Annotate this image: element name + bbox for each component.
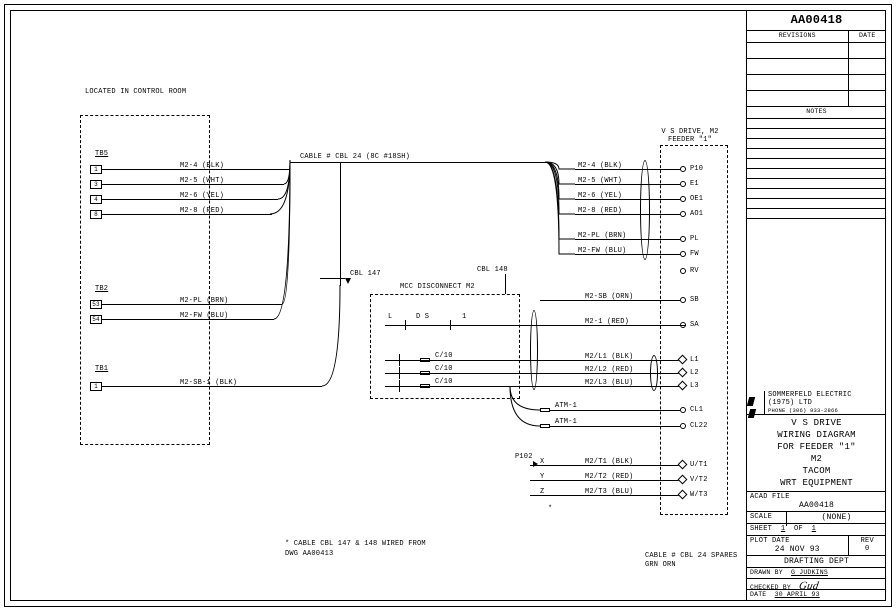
spares-line1: CABLE # CBL 24 SPARES: [645, 552, 737, 560]
rt-dst-3: AO1: [690, 210, 703, 218]
fuse-icon: [540, 408, 550, 412]
fuse-icon: [420, 371, 430, 375]
fuse-icon: [420, 384, 430, 388]
l-wire-0: M2/L1 (BLK): [585, 353, 633, 361]
t-dst-1: V/T2: [690, 476, 708, 484]
tb1-pin-1: 1: [90, 382, 102, 391]
rv-dst: RV: [690, 267, 699, 275]
rt-dst-4: PL: [690, 235, 699, 243]
cbl147-label: CBL 147: [350, 270, 381, 278]
acad-label: ACAD FILE: [750, 493, 883, 501]
t-dst-2: W/T3: [690, 491, 708, 499]
rt-wire-1: M2-5 (WHT): [578, 177, 622, 185]
drawing-number: AA00418: [747, 10, 886, 31]
tb5-pin-4: 4: [90, 195, 102, 204]
tb1-label: TB1: [95, 365, 108, 373]
rt-wire-0: M2-4 (BLK): [578, 162, 622, 170]
tb5-wire-0: M2-4 (BLK): [180, 162, 224, 170]
cl1-dst: CL1: [690, 406, 703, 414]
tb5-wire-1: M2-5 (WHT): [180, 177, 224, 185]
mcc-l: L: [388, 313, 392, 321]
plot-label: PLOT DATE: [750, 537, 845, 545]
x-lbl: X: [540, 458, 544, 466]
tb5-wire-2: M2-6 (YEL): [180, 192, 224, 200]
y-lbl: Y: [540, 473, 544, 481]
tb5-pin-1: 1: [90, 165, 102, 174]
tb2-label: TB2: [95, 285, 108, 293]
cj-2: C/10: [435, 378, 453, 386]
rt-wire-5: M2-FW (BLU): [578, 247, 626, 255]
sb-wire: M2-SB (ORN): [585, 293, 633, 301]
plot-date: 24 NOV 93: [750, 545, 845, 554]
l-wire-2: M2/L3 (BLU): [585, 379, 633, 387]
vsd-label: V S DRIVE, M2FEEDER "1": [650, 128, 730, 144]
footnote-1: * CABLE CBL 147 & 148 WIRED FROM: [285, 540, 426, 548]
tb2-wire-0: M2-PL (BRN): [180, 297, 228, 305]
company-phone: PHONE (306) 933-2866: [768, 407, 883, 415]
atm-0: ATM-1: [555, 402, 577, 410]
rt-wire-4: M2-PL (BRN): [578, 232, 626, 240]
rt-dst-2: OE1: [690, 195, 703, 203]
mcc-label: MCC DISCONNECT M2: [400, 283, 475, 291]
rev-label: REV: [852, 537, 884, 545]
l-wire-1: M2/L2 (RED): [585, 366, 633, 374]
tb2-pin-54: 54: [90, 315, 102, 324]
mcc-ds: D S: [416, 313, 429, 321]
fuse-icon: [420, 358, 430, 362]
z-lbl: Z: [540, 488, 544, 496]
rt-dst-0: P10: [690, 165, 703, 173]
t-wire-1: M2/T2 (RED): [585, 473, 633, 481]
tb5-pin-3: 3: [90, 180, 102, 189]
drawing-title: V S DRIVE WIRING DIAGRAM FOR FEEDER "1" …: [747, 415, 886, 491]
sa-wire: M2-1 (RED): [585, 318, 629, 326]
tb5-pin-8: 8: [90, 210, 102, 219]
t-wire-2: M2/T3 (BLU): [585, 488, 633, 496]
acad-value: AA00418: [750, 501, 883, 510]
tb2-pin-53: 53: [90, 300, 102, 309]
l-dst-1: L2: [690, 369, 699, 377]
rt-dst-1: E1: [690, 180, 699, 188]
tb1-wire: M2-SB-1 (BLK): [180, 379, 237, 387]
l-dst-0: L1: [690, 356, 699, 364]
date-line: DATE 30 APRIL 93: [747, 590, 886, 604]
tb5-label: TB5: [95, 150, 108, 158]
sa-dst: SA: [690, 321, 699, 329]
atm-1: ATM-1: [555, 418, 577, 426]
rt-wire-2: M2-6 (YEL): [578, 192, 622, 200]
spares-line2: GRN ORN: [645, 561, 676, 569]
t-wire-0: M2/T1 (BLK): [585, 458, 633, 466]
company-logo-icon: [748, 397, 762, 406]
rt-wire-3: M2-8 (RED): [578, 207, 622, 215]
l-dst-2: L3: [690, 382, 699, 390]
fuse-icon: [540, 424, 550, 428]
cj-0: C/10: [435, 352, 453, 360]
footnote-2: DWG AA00413: [285, 550, 333, 558]
cl22-dst: CL22: [690, 422, 708, 430]
company-sub: (1975) LTD: [768, 400, 883, 408]
rev-value: 0: [852, 545, 884, 553]
tb2-wire-1: M2-FW (BLU): [180, 312, 228, 320]
arrow-icon: [345, 278, 351, 284]
wiring-diagram: LOCATED IN CONTROL ROOM V S DRIVE, M2FEE…: [10, 10, 746, 601]
sb-dst: SB: [690, 296, 699, 304]
rt-dst-5: FW: [690, 250, 699, 258]
cbl148-label: CBL 148: [477, 266, 508, 274]
p102-label: P102: [515, 453, 533, 461]
cj-1: C/10: [435, 365, 453, 373]
t-dst-0: U/T1: [690, 461, 708, 469]
title-block: AA00418 REVISIONS DATE NOTES SOMMERFELD …: [746, 10, 886, 601]
mcc-1: 1: [462, 313, 466, 321]
arrow-icon: [533, 461, 538, 467]
tb5-wire-3: M2-8 (RED): [180, 207, 224, 215]
location-note: LOCATED IN CONTROL ROOM: [85, 88, 186, 96]
